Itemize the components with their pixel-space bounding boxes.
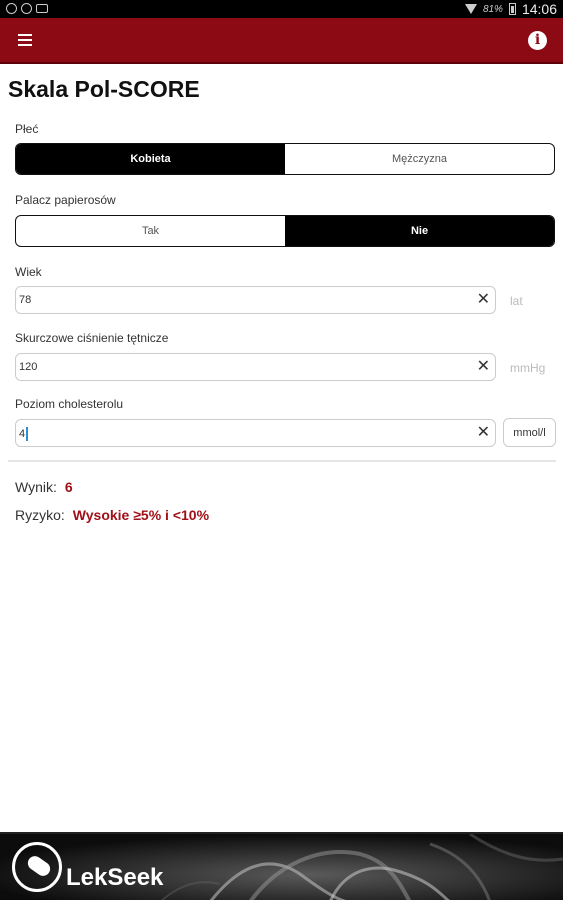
menu-icon[interactable] xyxy=(18,34,32,46)
smoker-option-no[interactable]: Nie xyxy=(285,216,554,246)
age-input[interactable]: 78 ✕ xyxy=(15,286,496,314)
age-unit: lat xyxy=(510,294,523,308)
age-value: 78 xyxy=(19,294,32,306)
sex-label: Płeć xyxy=(15,122,39,136)
smoker-option-yes[interactable]: Tak xyxy=(16,216,285,246)
divider xyxy=(8,460,556,462)
cholesterol-unit-selector[interactable]: mmol/l xyxy=(503,418,556,447)
status-bar: 81% 14:06 xyxy=(0,0,563,18)
cholesterol-label: Poziom cholesterolu xyxy=(15,397,124,411)
status-notification-icons xyxy=(6,3,48,14)
blood-pressure-label: Skurczowe ciśnienie tętnicze xyxy=(15,331,169,345)
lekseek-banner[interactable]: LekSeek xyxy=(0,832,563,900)
text-cursor xyxy=(26,427,29,441)
sex-option-female[interactable]: Kobieta xyxy=(16,144,285,174)
blood-pressure-unit: mmHg xyxy=(510,361,546,375)
risk-label: Ryzyko: xyxy=(15,507,65,523)
cholesterol-value: 4 xyxy=(19,427,26,440)
score-label: Wynik: xyxy=(15,479,57,495)
logo-text: LekSeek xyxy=(66,864,164,891)
notification-icon xyxy=(6,3,17,14)
blood-pressure-input[interactable]: 120 ✕ xyxy=(15,353,496,381)
wifi-icon xyxy=(464,4,477,14)
age-label: Wiek xyxy=(15,265,42,279)
clear-icon[interactable]: ✕ xyxy=(477,425,490,441)
battery-icon xyxy=(508,3,516,15)
sex-option-male[interactable]: Mężczyzna xyxy=(285,144,554,174)
info-icon[interactable]: i xyxy=(528,31,547,50)
score-value: 6 xyxy=(64,479,73,495)
smoker-segmented-control: Tak Nie xyxy=(15,215,555,247)
screen-icon xyxy=(36,4,48,13)
status-system-icons: 81% 14:06 xyxy=(464,1,557,17)
risk-row: Ryzyko: Wysokie ≥5% i <10% xyxy=(15,507,209,523)
lekseek-logo: LekSeek xyxy=(12,842,163,892)
score-row: Wynik: 6 xyxy=(15,479,73,495)
clock: 14:06 xyxy=(521,1,557,17)
page-title: Skala Pol-SCORE xyxy=(8,76,200,102)
blood-pressure-value: 120 xyxy=(19,361,38,373)
risk-value: Wysokie ≥5% i <10% xyxy=(72,507,210,523)
smoker-label: Palacz papierosów xyxy=(15,193,116,207)
battery-percent: 81% xyxy=(482,3,503,15)
pill-logo-icon xyxy=(12,842,62,892)
cholesterol-value-wrap: 4 xyxy=(19,427,29,441)
clear-icon[interactable]: ✕ xyxy=(477,292,490,308)
clear-icon[interactable]: ✕ xyxy=(477,359,490,375)
cholesterol-input[interactable]: 4 ✕ xyxy=(15,419,496,447)
app-bar: i xyxy=(0,18,563,64)
sex-segmented-control: Kobieta Mężczyzna xyxy=(15,143,555,175)
notification-icon xyxy=(21,3,32,14)
